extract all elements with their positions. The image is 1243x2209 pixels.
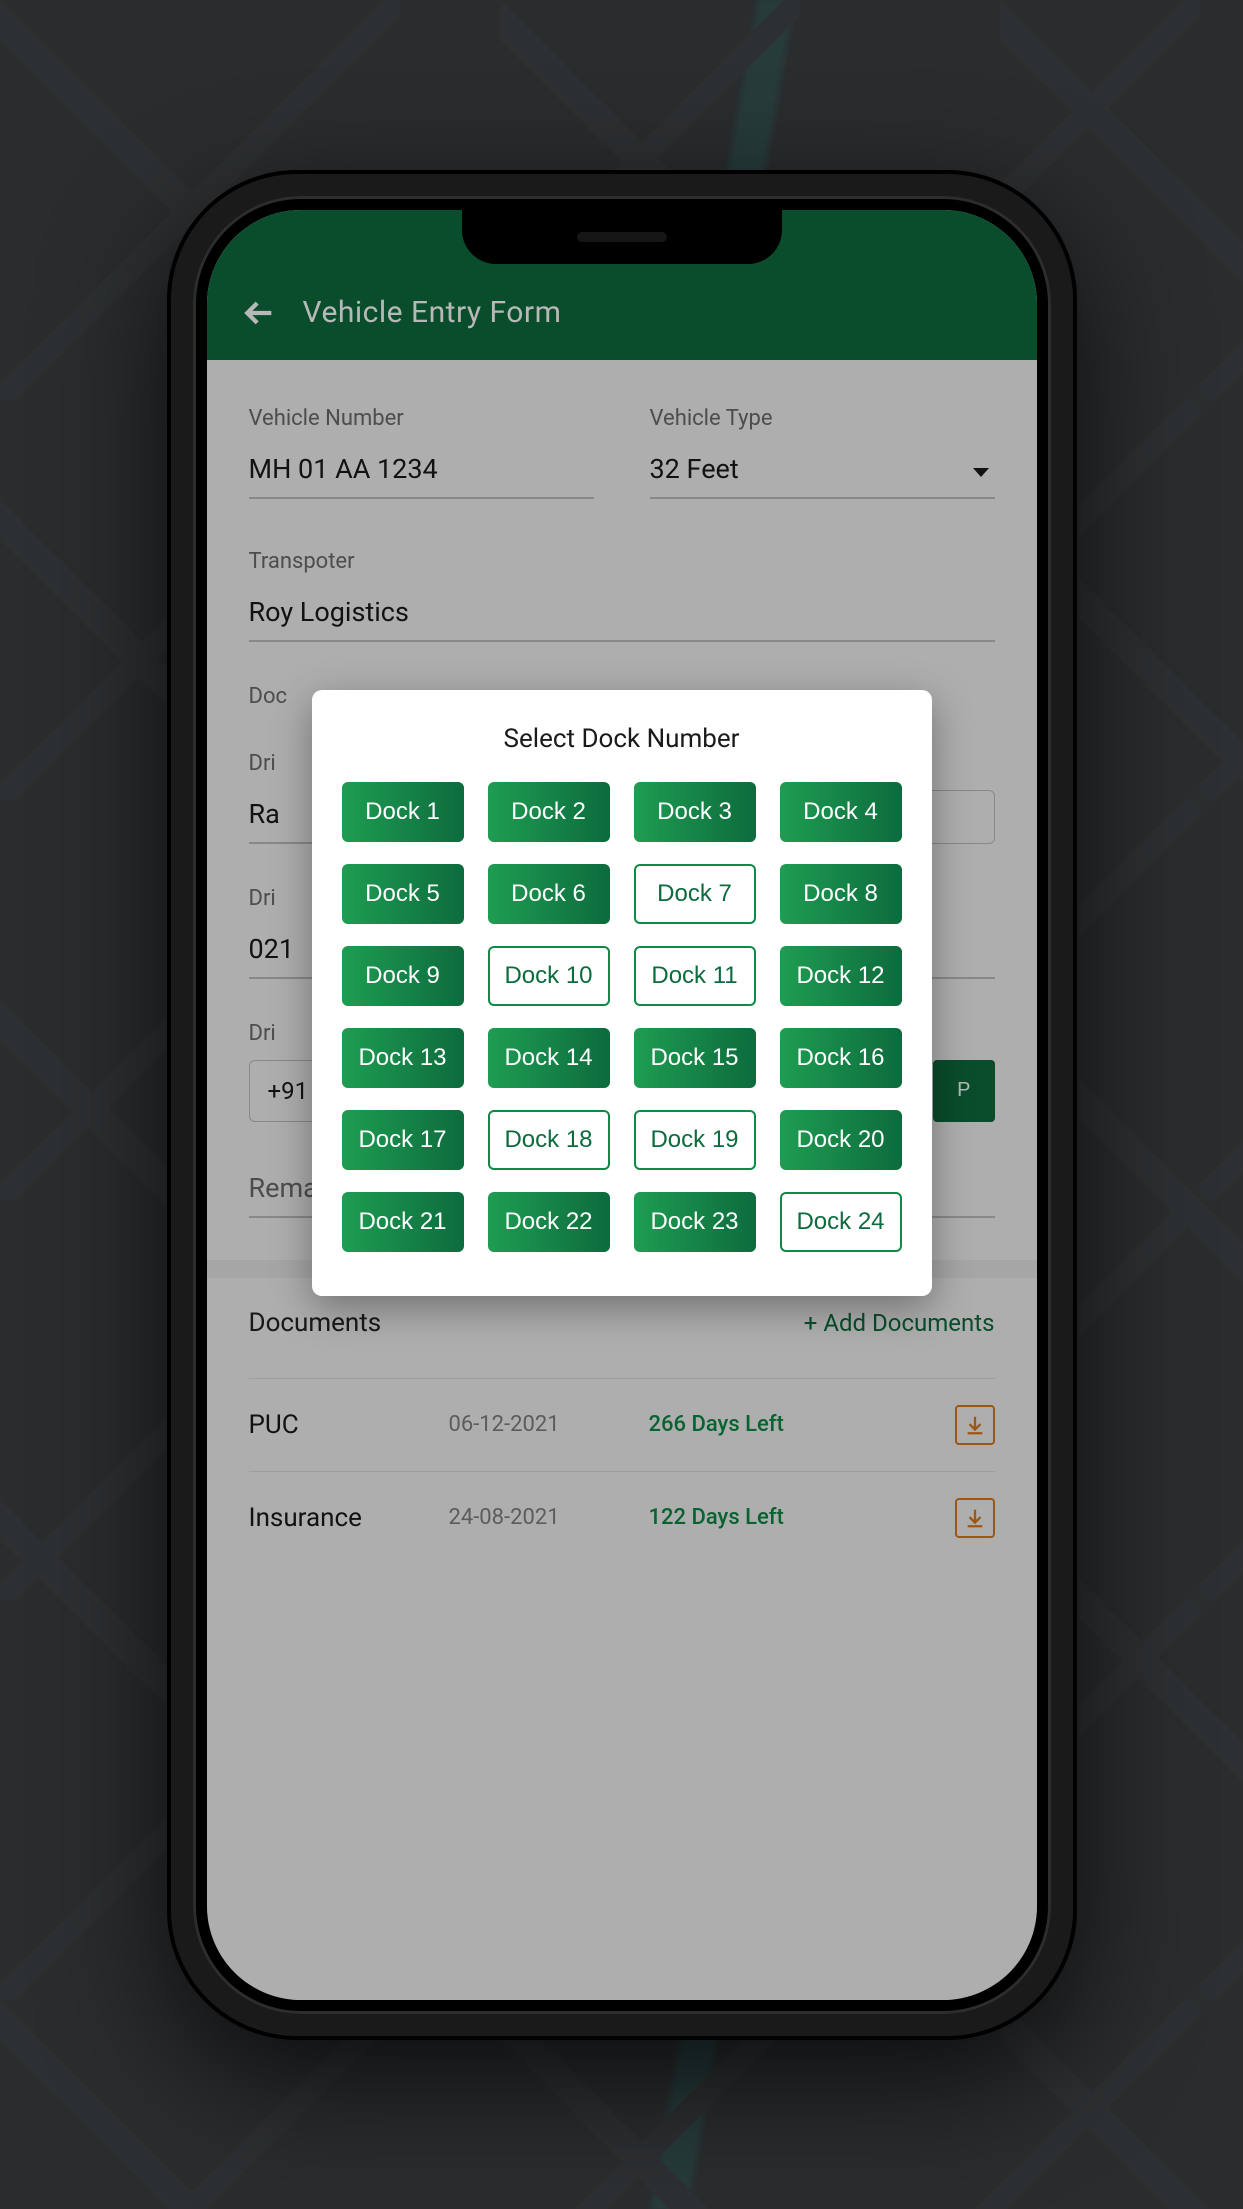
dock-option-button[interactable]: Dock 18 [488, 1110, 610, 1170]
dock-option-button[interactable]: Dock 6 [488, 864, 610, 924]
phone-bezel: Vehicle Entry Form Vehicle Number MH 01 … [193, 196, 1051, 2014]
dock-grid: Dock 1 Dock 2 Dock 3 Dock 4 Dock 5 Dock 6 Dock… [342, 782, 902, 1252]
dock-option-button[interactable]: Dock 11 [634, 946, 756, 1006]
dock-option-button[interactable]: Dock 20 [780, 1110, 902, 1170]
phone-screen: Vehicle Entry Form Vehicle Number MH 01 … [207, 210, 1037, 2000]
dock-option-button[interactable]: Dock 12 [780, 946, 902, 1006]
dock-option-button[interactable]: Dock 2 [488, 782, 610, 842]
dock-option-button[interactable]: Dock 17 [342, 1110, 464, 1170]
dock-option-button[interactable]: Dock 22 [488, 1192, 610, 1252]
dock-option-button[interactable]: Dock 16 [780, 1028, 902, 1088]
dock-option-button[interactable]: Dock 21 [342, 1192, 464, 1252]
dock-option-button[interactable]: Dock 13 [342, 1028, 464, 1088]
dock-option-button[interactable]: Dock 10 [488, 946, 610, 1006]
dock-option-button[interactable]: Dock 4 [780, 782, 902, 842]
phone-frame: Vehicle Entry Form Vehicle Number MH 01 … [167, 170, 1077, 2040]
dock-option-button[interactable]: Dock 15 [634, 1028, 756, 1088]
dock-option-button[interactable]: Dock 19 [634, 1110, 756, 1170]
dock-option-button[interactable]: Dock 23 [634, 1192, 756, 1252]
dock-option-button[interactable]: Dock 1 [342, 782, 464, 842]
modal-title: Select Dock Number [342, 724, 902, 754]
dock-option-button[interactable]: Dock 7 [634, 864, 756, 924]
dock-option-button[interactable]: Dock 9 [342, 946, 464, 1006]
dock-option-button[interactable]: Dock 24 [780, 1192, 902, 1252]
dock-option-button[interactable]: Dock 8 [780, 864, 902, 924]
dock-option-button[interactable]: Dock 5 [342, 864, 464, 924]
dock-option-button[interactable]: Dock 3 [634, 782, 756, 842]
dock-option-button[interactable]: Dock 14 [488, 1028, 610, 1088]
select-dock-modal: Select Dock Number Dock 1Dock 2Dock 3Doc… [312, 690, 932, 1296]
